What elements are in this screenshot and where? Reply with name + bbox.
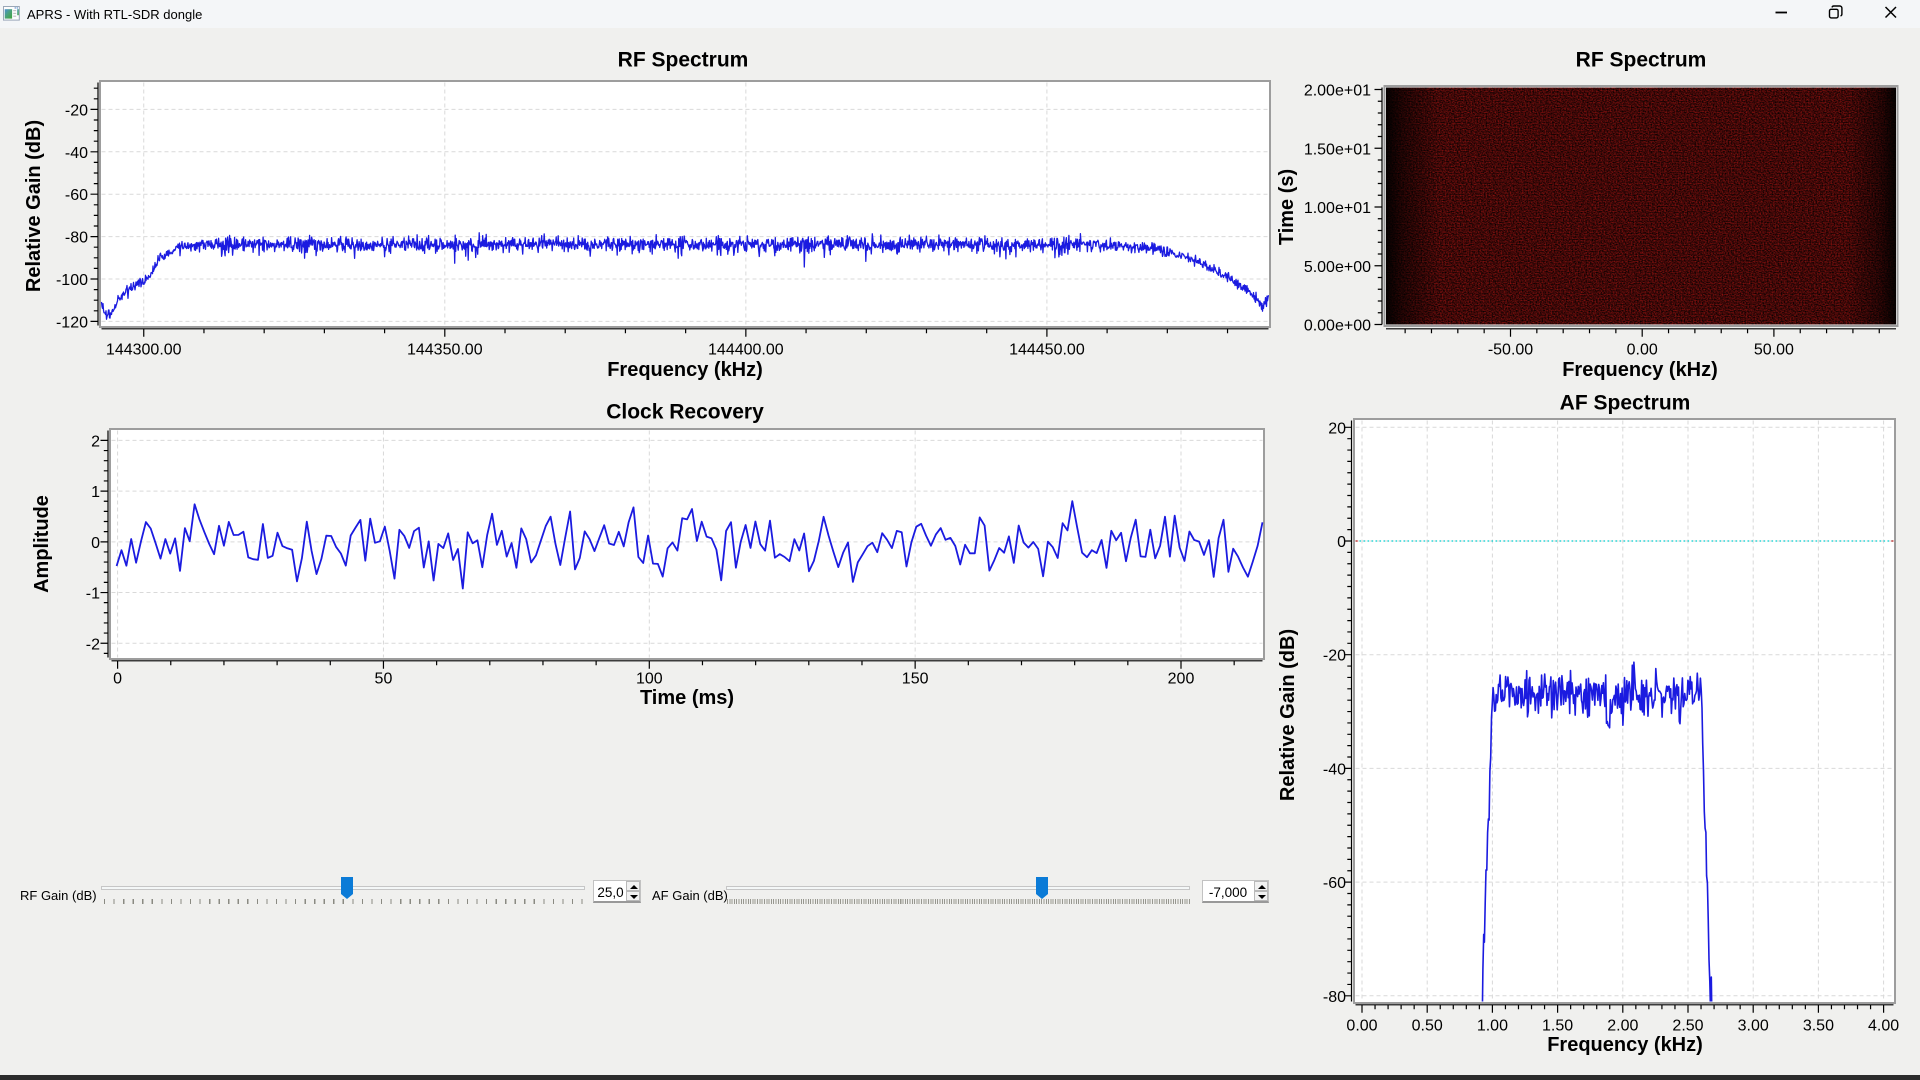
svg-text:144350.00: 144350.00	[407, 342, 483, 359]
svg-text:Relative Gain (dB): Relative Gain (dB)	[1277, 629, 1299, 801]
svg-text:-50.00: -50.00	[1488, 342, 1533, 359]
svg-text:Frequency (kHz): Frequency (kHz)	[607, 359, 763, 381]
svg-text:50.00: 50.00	[1754, 342, 1794, 359]
svg-text:Relative Gain (dB): Relative Gain (dB)	[23, 120, 45, 292]
svg-text:150: 150	[902, 671, 929, 688]
svg-text:-80: -80	[1323, 989, 1346, 1006]
svg-text:20: 20	[1328, 420, 1346, 437]
svg-text:Time (ms): Time (ms)	[640, 687, 734, 709]
svg-text:Time (s): Time (s)	[1276, 169, 1298, 245]
svg-text:200: 200	[1168, 671, 1195, 688]
svg-text:-20: -20	[1323, 648, 1346, 665]
svg-text:1.50e+01: 1.50e+01	[1304, 141, 1371, 158]
svg-text:RF Spectrum: RF Spectrum	[1576, 49, 1707, 72]
svg-text:0.50: 0.50	[1412, 1018, 1443, 1035]
svg-text:0: 0	[91, 535, 100, 552]
svg-text:-40: -40	[65, 145, 88, 162]
svg-text:3.00: 3.00	[1738, 1018, 1769, 1035]
svg-text:-1: -1	[86, 586, 100, 603]
svg-text:-60: -60	[65, 187, 88, 204]
svg-text:2: 2	[91, 433, 100, 450]
svg-text:RF Spectrum: RF Spectrum	[618, 49, 749, 72]
svg-text:1.50: 1.50	[1542, 1018, 1573, 1035]
svg-text:Frequency (kHz): Frequency (kHz)	[1562, 359, 1718, 381]
svg-text:-40: -40	[1323, 761, 1346, 778]
svg-text:-2: -2	[86, 636, 100, 653]
svg-text:144400.00: 144400.00	[708, 342, 784, 359]
svg-text:2.00e+01: 2.00e+01	[1304, 83, 1371, 100]
svg-text:2.00: 2.00	[1607, 1018, 1638, 1035]
svg-text:Clock Recovery: Clock Recovery	[606, 401, 764, 424]
svg-text:0.00e+00: 0.00e+00	[1304, 318, 1371, 335]
svg-text:5.00e+00: 5.00e+00	[1304, 259, 1371, 276]
svg-text:-100: -100	[56, 272, 88, 289]
svg-text:3.50: 3.50	[1803, 1018, 1834, 1035]
svg-text:144450.00: 144450.00	[1009, 342, 1085, 359]
svg-text:0.00: 0.00	[1627, 342, 1658, 359]
svg-text:0: 0	[113, 671, 122, 688]
svg-text:100: 100	[636, 671, 663, 688]
svg-text:0.00: 0.00	[1346, 1018, 1377, 1035]
svg-text:Amplitude: Amplitude	[31, 495, 53, 593]
svg-text:1.00: 1.00	[1477, 1018, 1508, 1035]
svg-text:1.00e+01: 1.00e+01	[1304, 200, 1371, 217]
svg-text:AF Spectrum: AF Spectrum	[1560, 392, 1691, 415]
svg-text:1: 1	[91, 484, 100, 501]
svg-text:-60: -60	[1323, 875, 1346, 892]
svg-text:50: 50	[375, 671, 393, 688]
svg-text:-80: -80	[65, 230, 88, 247]
svg-text:0: 0	[1337, 534, 1346, 551]
svg-text:-120: -120	[56, 314, 88, 331]
svg-text:Frequency (kHz): Frequency (kHz)	[1547, 1034, 1703, 1056]
svg-text:144300.00: 144300.00	[106, 342, 182, 359]
svg-text:2.50: 2.50	[1672, 1018, 1703, 1035]
svg-text:-20: -20	[65, 102, 88, 119]
svg-text:4.00: 4.00	[1868, 1018, 1899, 1035]
